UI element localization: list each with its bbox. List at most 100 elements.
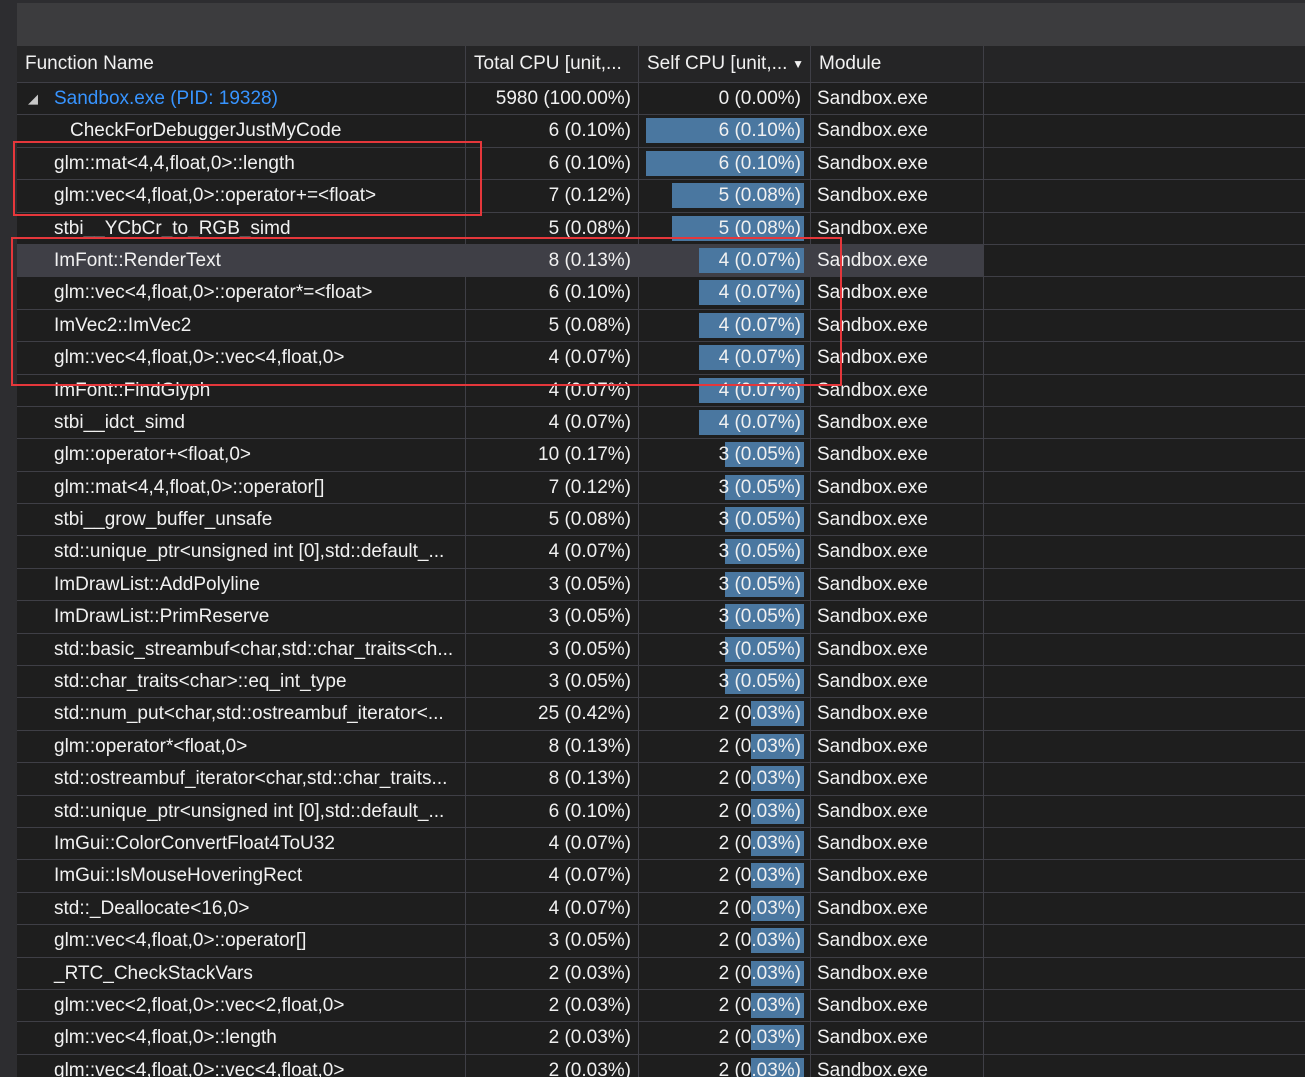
function-name-cell: ImDrawList::AddPolyline bbox=[17, 568, 466, 601]
table-row[interactable]: std::_Deallocate<16,0> 4 (0.07%) 2 (0.03%)… bbox=[17, 892, 1305, 926]
self-cpu-value: 3 (0.05%) bbox=[718, 444, 801, 466]
self-cpu-cell: 2 (0.03%) bbox=[639, 698, 811, 730]
module-cell: Sandbox.exe bbox=[811, 504, 984, 536]
self-cpu-cell: 4 (0.07%) bbox=[639, 374, 811, 406]
self-cpu-value: 4 (0.07%) bbox=[718, 282, 801, 304]
function-name-cell: std::char_traits<char>::eq_int_type bbox=[17, 666, 466, 698]
table-row[interactable]: glm::mat<4,4,float,0>::operator[] 7 (0.12… bbox=[17, 471, 1305, 505]
self-cpu-cell: 5 (0.08%) bbox=[639, 212, 811, 244]
self-cpu-value: 3 (0.05%) bbox=[718, 476, 801, 498]
blank-cell bbox=[984, 374, 1305, 406]
self-cpu-cell: 3 (0.05%) bbox=[639, 536, 811, 568]
table-row[interactable]: glm::vec<4,float,0>::vec<4,float,0> 4 (0.… bbox=[17, 342, 1305, 375]
grid-rows: ◢ Sandbox.exe (PID: 19328) 5980 (100.00%… bbox=[17, 83, 1305, 1077]
self-cpu-value: 2 (0.03%) bbox=[718, 768, 801, 790]
function-name-cell: glm::vec<2,float,0>::vec<2,float,0> bbox=[17, 989, 466, 1022]
total-cpu-cell: 4 (0.07%) bbox=[466, 374, 639, 406]
table-row[interactable]: glm::vec<4,float,0>::vec<4,float,0> 2 (0.… bbox=[17, 1054, 1305, 1077]
table-row[interactable]: std::unique_ptr<unsigned int [0],std::de… bbox=[17, 795, 1305, 828]
table-row[interactable]: glm::vec<2,float,0>::vec<2,float,0> 2 (0.… bbox=[17, 989, 1305, 1023]
table-row[interactable]: stbi__YCbCr_to_RGB_simd 5 (0.08%) 5 (0.08%… bbox=[17, 212, 1305, 245]
column-header-total-cpu[interactable]: Total CPU [unit,... bbox=[466, 46, 639, 82]
function-grid[interactable]: Function Name Total CPU [unit,... Self C… bbox=[17, 46, 1305, 1077]
table-row-root[interactable]: ◢ Sandbox.exe (PID: 19328) 5980 (100.00%… bbox=[17, 83, 1305, 116]
table-row[interactable]: std::ostreambuf_iterator<char,std::char_… bbox=[17, 763, 1305, 796]
table-row[interactable]: ImGui::IsMouseHoveringRect 4 (0.07%) 2 (0.… bbox=[17, 860, 1305, 893]
blank-cell bbox=[984, 633, 1305, 666]
table-row[interactable]: ImFont::RenderText 8 (0.13%) 4 (0.07%) Sand… bbox=[17, 244, 1305, 278]
table-row[interactable]: std::char_traits<char>::eq_int_type 3 (0.… bbox=[17, 666, 1305, 699]
table-row[interactable]: ImGui::ColorConvertFloat4ToU32 4 (0.07%) 2… bbox=[17, 827, 1305, 861]
self-cpu-cell: 2 (0.03%) bbox=[639, 730, 811, 763]
table-row[interactable]: stbi__idct_simd 4 (0.07%) 4 (0.07%) Sandbox… bbox=[17, 406, 1305, 440]
total-cpu-cell: 3 (0.05%) bbox=[466, 601, 639, 633]
table-row[interactable]: std::unique_ptr<unsigned int [0],std::de… bbox=[17, 536, 1305, 569]
function-name-cell: stbi__grow_buffer_unsafe bbox=[17, 504, 466, 536]
self-cpu-value: 6 (0.10%) bbox=[718, 152, 801, 174]
blank-cell bbox=[984, 827, 1305, 860]
column-header-module[interactable]: Module bbox=[811, 46, 984, 82]
module-cell: Sandbox.exe bbox=[811, 730, 984, 763]
module-cell: Sandbox.exe bbox=[811, 439, 984, 471]
table-row[interactable]: ImVec2::ImVec2 5 (0.08%) 4 (0.07%) Sandbox.… bbox=[17, 309, 1305, 343]
table-row[interactable]: ImDrawList::AddPolyline 3 (0.05%) 3 (0.05%… bbox=[17, 568, 1305, 602]
blank-cell bbox=[984, 698, 1305, 730]
blank-cell bbox=[984, 83, 1305, 115]
table-row[interactable]: glm::vec<4,float,0>::operator+=<float> 7 … bbox=[17, 180, 1305, 213]
self-cpu-value: 3 (0.05%) bbox=[718, 606, 801, 628]
self-cpu-cell: 2 (0.03%) bbox=[639, 860, 811, 892]
table-row[interactable]: ImDrawList::PrimReserve 3 (0.05%) 3 (0.05%… bbox=[17, 601, 1305, 634]
blank-cell bbox=[984, 601, 1305, 633]
blank-cell bbox=[984, 406, 1305, 439]
self-cpu-value: 4 (0.07%) bbox=[718, 249, 801, 271]
total-cpu-cell: 5 (0.08%) bbox=[466, 212, 639, 244]
table-row[interactable]: std::basic_streambuf<char,std::char_trai… bbox=[17, 633, 1305, 667]
module-cell: Sandbox.exe bbox=[811, 147, 984, 180]
table-row[interactable]: glm::vec<4,float,0>::length 2 (0.03%) 2 (0… bbox=[17, 1022, 1305, 1055]
function-name-cell: std::ostreambuf_iterator<char,std::char_… bbox=[17, 763, 466, 795]
blank-cell bbox=[984, 730, 1305, 763]
module-cell: Sandbox.exe bbox=[811, 277, 984, 309]
total-cpu-cell: 4 (0.07%) bbox=[466, 827, 639, 860]
module-cell: Sandbox.exe bbox=[811, 957, 984, 989]
function-name-cell: ImVec2::ImVec2 bbox=[17, 309, 466, 342]
self-cpu-value: 4 (0.07%) bbox=[718, 379, 801, 401]
table-row[interactable]: stbi__grow_buffer_unsafe 5 (0.08%) 3 (0.05… bbox=[17, 504, 1305, 537]
left-gutter bbox=[0, 46, 17, 1077]
table-row[interactable]: ImFont::FindGlyph 4 (0.07%) 4 (0.07%) Sandb… bbox=[17, 374, 1305, 407]
column-header-label: Self CPU [unit,... bbox=[647, 53, 788, 74]
blank-cell bbox=[984, 471, 1305, 504]
function-name-cell: std::unique_ptr<unsigned int [0],std::de… bbox=[17, 536, 466, 568]
toolbar-panel bbox=[17, 3, 1305, 46]
table-row[interactable]: glm::mat<4,4,float,0>::length 6 (0.10%) 6 … bbox=[17, 147, 1305, 181]
total-cpu-cell: 8 (0.13%) bbox=[466, 730, 639, 763]
total-cpu-cell: 2 (0.03%) bbox=[466, 989, 639, 1022]
self-cpu-cell: 6 (0.10%) bbox=[639, 147, 811, 180]
table-row[interactable]: CheckForDebuggerJustMyCode 6 (0.10%) 6 (0.… bbox=[17, 115, 1305, 148]
total-cpu-cell: 4 (0.07%) bbox=[466, 860, 639, 892]
table-row[interactable]: glm::operator*<float,0> 8 (0.13%) 2 (0.03%… bbox=[17, 730, 1305, 764]
column-header-self-cpu[interactable]: Self CPU [unit,... ▼ bbox=[639, 46, 811, 82]
total-cpu-cell: 6 (0.10%) bbox=[466, 147, 639, 180]
table-row[interactable]: glm::vec<4,float,0>::operator*=<float> 6 … bbox=[17, 277, 1305, 310]
blank-cell bbox=[984, 147, 1305, 180]
column-header-label: Module bbox=[819, 53, 882, 74]
collapse-triangle-icon[interactable]: ◢ bbox=[28, 83, 38, 114]
table-row[interactable]: glm::vec<4,float,0>::operator[] 3 (0.05%)… bbox=[17, 925, 1305, 958]
total-cpu-cell: 4 (0.07%) bbox=[466, 406, 639, 439]
function-name-cell: ◢ Sandbox.exe (PID: 19328) bbox=[17, 83, 466, 115]
column-header-function-name[interactable]: Function Name bbox=[17, 46, 466, 82]
table-row[interactable]: _RTC_CheckStackVars 2 (0.03%) 2 (0.03%) San… bbox=[17, 957, 1305, 990]
module-cell: Sandbox.exe bbox=[811, 1054, 984, 1077]
table-row[interactable]: glm::operator+<float,0> 10 (0.17%) 3 (0.05… bbox=[17, 439, 1305, 472]
total-cpu-cell: 3 (0.05%) bbox=[466, 633, 639, 666]
function-name-cell: ImDrawList::PrimReserve bbox=[17, 601, 466, 633]
module-cell: Sandbox.exe bbox=[811, 212, 984, 244]
total-cpu-cell: 10 (0.17%) bbox=[466, 439, 639, 471]
self-cpu-cell: 2 (0.03%) bbox=[639, 763, 811, 795]
module-cell: Sandbox.exe bbox=[811, 633, 984, 666]
self-cpu-value: 5 (0.08%) bbox=[718, 185, 801, 207]
table-row[interactable]: std::num_put<char,std::ostreambuf_iterat… bbox=[17, 698, 1305, 731]
self-cpu-value: 2 (0.03%) bbox=[718, 994, 801, 1016]
module-cell: Sandbox.exe bbox=[811, 244, 984, 277]
